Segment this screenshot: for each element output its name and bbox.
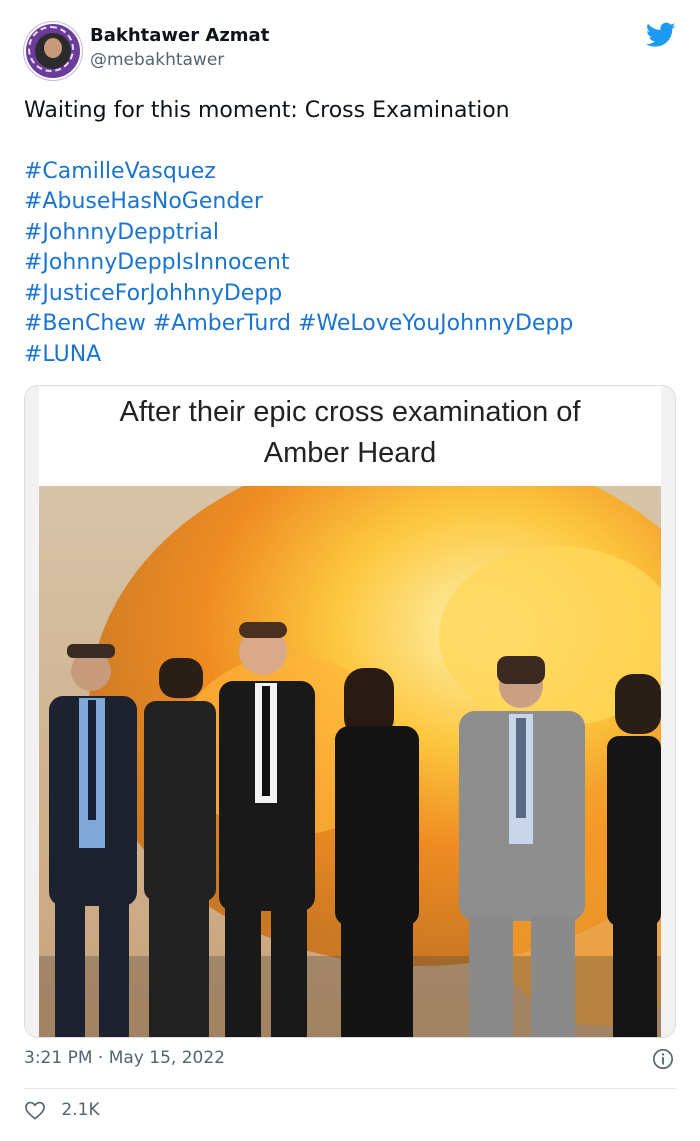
divider <box>24 1088 676 1089</box>
meme-caption: After their epic cross examination of Am… <box>39 386 661 474</box>
avatar-badge-ring <box>28 26 74 72</box>
tweet-body: Waiting for this moment: Cross Examinati… <box>24 98 510 123</box>
author-handle[interactable]: @mebakhtawer <box>90 50 224 70</box>
hashtag-link[interactable]: #CamilleVasquez <box>24 159 216 184</box>
tweet-text: Waiting for this moment: Cross Examinati… <box>24 96 676 370</box>
hashtag-link[interactable]: #JohnnyDepptrial <box>24 220 219 245</box>
hashtag-link[interactable]: #BenChew #AmberTurd #WeLoveYouJohnnyDepp <box>24 311 573 336</box>
twitter-bird-icon[interactable] <box>646 22 676 48</box>
meme-caption-line: Amber Heard <box>263 437 437 469</box>
hashtag-list: #CamilleVasquez #AbuseHasNoGender #Johnn… <box>24 157 676 371</box>
tweet-media[interactable]: After their epic cross examination of Am… <box>24 385 676 1038</box>
tweet-header: Bakhtawer Azmat @mebakhtawer <box>24 22 676 80</box>
hashtag-link[interactable]: #AbuseHasNoGender <box>24 189 263 214</box>
hashtag-link[interactable]: #JohnnyDeppIsInnocent <box>24 250 290 275</box>
like-button[interactable]: 2.1K <box>24 1100 100 1124</box>
avatar[interactable] <box>24 22 82 80</box>
tweet-timestamp[interactable]: 3:21 PM · May 15, 2022 <box>24 1048 225 1068</box>
info-icon[interactable] <box>652 1048 674 1070</box>
hashtag-link[interactable]: #JusticeForJohhnyDepp <box>24 281 282 306</box>
like-count: 2.1K <box>61 1100 100 1120</box>
author-name[interactable]: Bakhtawer Azmat <box>90 25 269 46</box>
heart-icon <box>25 1101 45 1120</box>
person-figure <box>144 658 216 1037</box>
meme-photo <box>39 486 661 1037</box>
meme-caption-line: After their epic cross examination of <box>119 396 581 428</box>
hashtag-link[interactable]: #LUNA <box>24 342 101 367</box>
meme-caption-box: After their epic cross examination of Am… <box>39 386 661 486</box>
